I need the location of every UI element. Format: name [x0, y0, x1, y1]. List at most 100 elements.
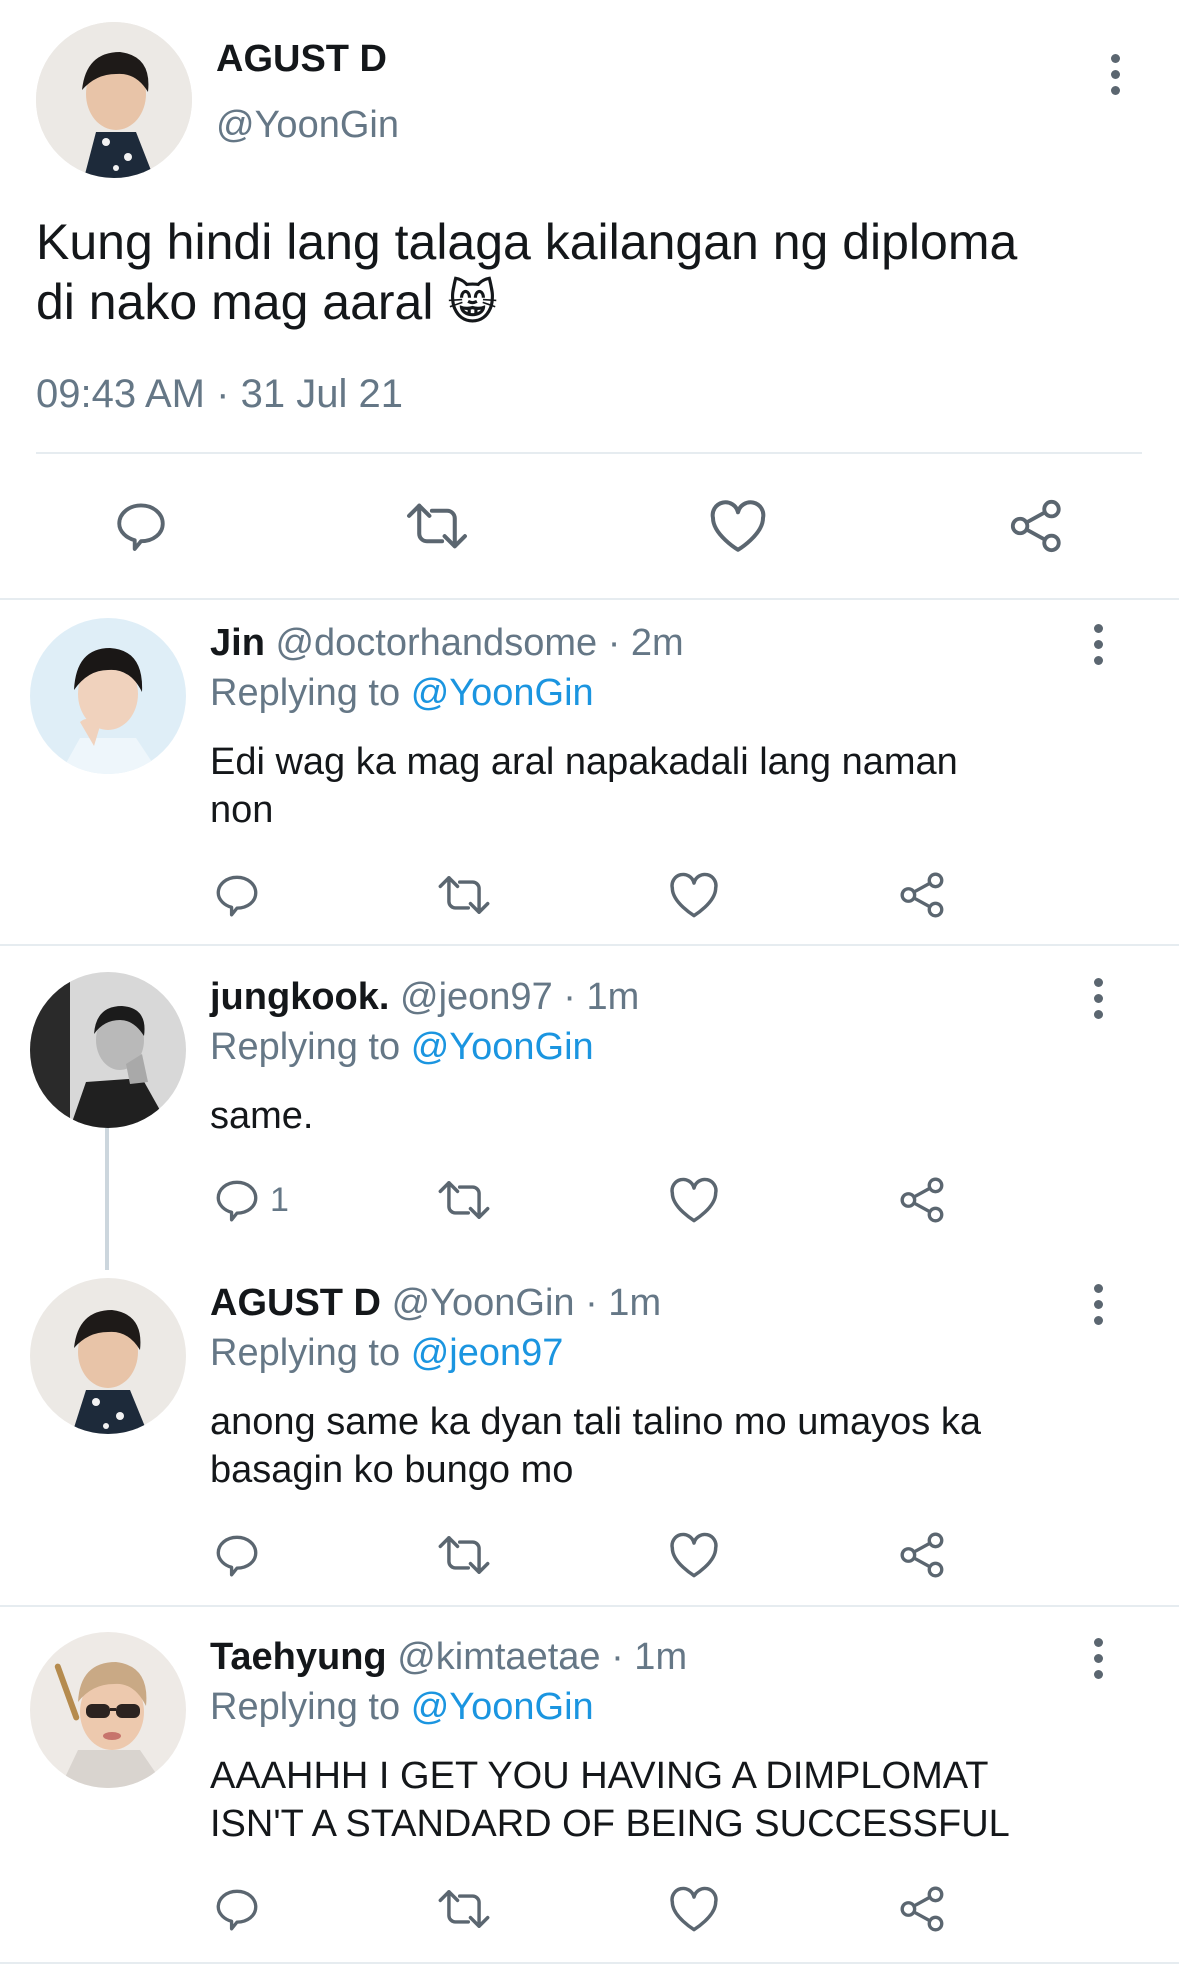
- avatar[interactable]: [30, 1278, 186, 1434]
- more-icon[interactable]: [1095, 44, 1135, 104]
- like-icon: [670, 1532, 718, 1578]
- reply-header: jungkook. @jeon97 · 1m: [210, 976, 639, 1019]
- reply-text-line-1: anong same ka dyan tali talino mo umayos…: [210, 1401, 981, 1443]
- like-icon: [670, 1177, 718, 1223]
- reply-time: · 1m: [585, 1282, 662, 1324]
- section-divider: [0, 1605, 1179, 1607]
- reply-time: · 2m: [607, 622, 684, 664]
- retweet-icon: [438, 1536, 490, 1574]
- replying-to: Replying to @YoonGin: [210, 1686, 594, 1729]
- tweet-text-line-2: di nako mag aaral 😸: [36, 272, 497, 334]
- replying-to-label: Replying to: [210, 1332, 401, 1374]
- reply-icon: [117, 503, 165, 551]
- replying-to-link[interactable]: @YoonGin: [411, 1026, 594, 1068]
- retweet-icon: [438, 1890, 490, 1928]
- like-button[interactable]: [668, 1175, 720, 1225]
- tweet-text-line-1: Kung hindi lang talaga kailangan ng dipl…: [36, 214, 1018, 270]
- avatar[interactable]: [30, 618, 186, 774]
- reply-author-name[interactable]: jungkook.: [210, 976, 389, 1018]
- like-button[interactable]: [708, 497, 768, 555]
- more-icon[interactable]: [1078, 1274, 1118, 1334]
- thread-line: [105, 1128, 109, 1270]
- reply-count: 1: [270, 1180, 289, 1219]
- reply-button[interactable]: 1: [212, 1175, 289, 1225]
- replying-to: Replying to @jeon97: [210, 1332, 563, 1375]
- share-icon: [900, 1177, 944, 1223]
- avatar[interactable]: [36, 22, 192, 178]
- share-button[interactable]: [898, 1530, 948, 1580]
- timestamp-separator: ·: [216, 372, 230, 416]
- retweet-button[interactable]: [404, 497, 470, 555]
- replying-to-link[interactable]: @YoonGin: [411, 672, 594, 714]
- like-icon: [670, 1886, 718, 1932]
- cat-emoji: 😸: [447, 277, 498, 330]
- reply-header: Taehyung @kimtaetae · 1m: [210, 1636, 687, 1679]
- replying-to-link[interactable]: @YoonGin: [411, 1686, 594, 1728]
- reply-text-line-1: Edi wag ka mag aral napakadali lang nama…: [210, 741, 958, 783]
- retweet-icon: [438, 1181, 490, 1219]
- reply-button[interactable]: [212, 1530, 262, 1580]
- retweet-button[interactable]: [436, 1884, 492, 1934]
- reply-icon: [216, 1535, 258, 1577]
- like-button[interactable]: [668, 1530, 720, 1580]
- reply-text-line-1: same.: [210, 1095, 314, 1137]
- retweet-icon: [438, 876, 490, 914]
- reply-author-handle[interactable]: @YoonGin: [392, 1282, 575, 1324]
- replying-to-label: Replying to: [210, 1686, 401, 1728]
- like-button[interactable]: [668, 1884, 720, 1934]
- author-handle[interactable]: @YoonGin: [216, 104, 399, 147]
- reply-author-handle[interactable]: @jeon97: [400, 976, 553, 1018]
- share-icon: [900, 1886, 944, 1932]
- replying-to-link[interactable]: @jeon97: [411, 1332, 564, 1374]
- reply-button[interactable]: [212, 1884, 262, 1934]
- replying-to-label: Replying to: [210, 672, 401, 714]
- header-divider: [36, 452, 1142, 454]
- retweet-icon: [407, 503, 467, 549]
- reply-time: · 1m: [563, 976, 640, 1018]
- share-button[interactable]: [898, 870, 948, 920]
- reply-header: Jin @doctorhandsome · 2m: [210, 622, 684, 665]
- share-button[interactable]: [898, 1884, 948, 1934]
- more-icon[interactable]: [1078, 968, 1118, 1028]
- more-icon[interactable]: [1078, 614, 1118, 674]
- share-icon: [1010, 499, 1061, 553]
- reply-author-name[interactable]: AGUST D: [210, 1282, 381, 1324]
- reply-icon: [216, 1889, 258, 1931]
- like-icon: [710, 500, 766, 552]
- replying-to: Replying to @YoonGin: [210, 1026, 594, 1069]
- section-divider: [0, 944, 1179, 946]
- reply-text-line-2: non: [210, 789, 274, 831]
- reply-author-handle[interactable]: @kimtaetae: [397, 1636, 600, 1678]
- like-button[interactable]: [668, 870, 720, 920]
- replying-to-label: Replying to: [210, 1026, 401, 1068]
- reply-author-name[interactable]: Jin: [210, 622, 265, 664]
- reply-author-handle[interactable]: @doctorhandsome: [275, 622, 597, 664]
- retweet-button[interactable]: [436, 870, 492, 920]
- reply-icon: [216, 875, 258, 917]
- reply-button[interactable]: [212, 870, 262, 920]
- share-button[interactable]: [1008, 497, 1066, 555]
- reply-time: · 1m: [611, 1636, 688, 1678]
- author-name[interactable]: AGUST D: [216, 38, 387, 81]
- like-icon: [670, 872, 718, 918]
- reply-button[interactable]: [112, 497, 170, 555]
- reply-icon: [216, 1180, 258, 1222]
- section-divider: [0, 1962, 1179, 1964]
- retweet-button[interactable]: [436, 1175, 492, 1225]
- more-icon[interactable]: [1078, 1628, 1118, 1688]
- reply-author-name[interactable]: Taehyung: [210, 1636, 387, 1678]
- reply-header: AGUST D @YoonGin · 1m: [210, 1282, 661, 1325]
- reply-text-line-2: basagin ko bungo mo: [210, 1449, 574, 1491]
- share-icon: [900, 1532, 944, 1578]
- tweet-date: 31 Jul 21: [240, 372, 403, 416]
- replying-to: Replying to @YoonGin: [210, 672, 594, 715]
- reply-text-line-2: ISN'T A STANDARD OF BEING SUCCESSFUL: [210, 1803, 1010, 1845]
- avatar[interactable]: [30, 972, 186, 1128]
- share-icon: [900, 872, 944, 918]
- retweet-button[interactable]: [436, 1530, 492, 1580]
- tweet-text-line-2-words: di nako mag aaral: [36, 274, 434, 330]
- share-button[interactable]: [898, 1175, 948, 1225]
- reply-text-line-1: AAAHHH I GET YOU HAVING A DIMPLOMAT: [210, 1755, 989, 1797]
- avatar[interactable]: [30, 1632, 186, 1788]
- tweet-timestamp: 09:43 AM · 31 Jul 21: [36, 372, 403, 417]
